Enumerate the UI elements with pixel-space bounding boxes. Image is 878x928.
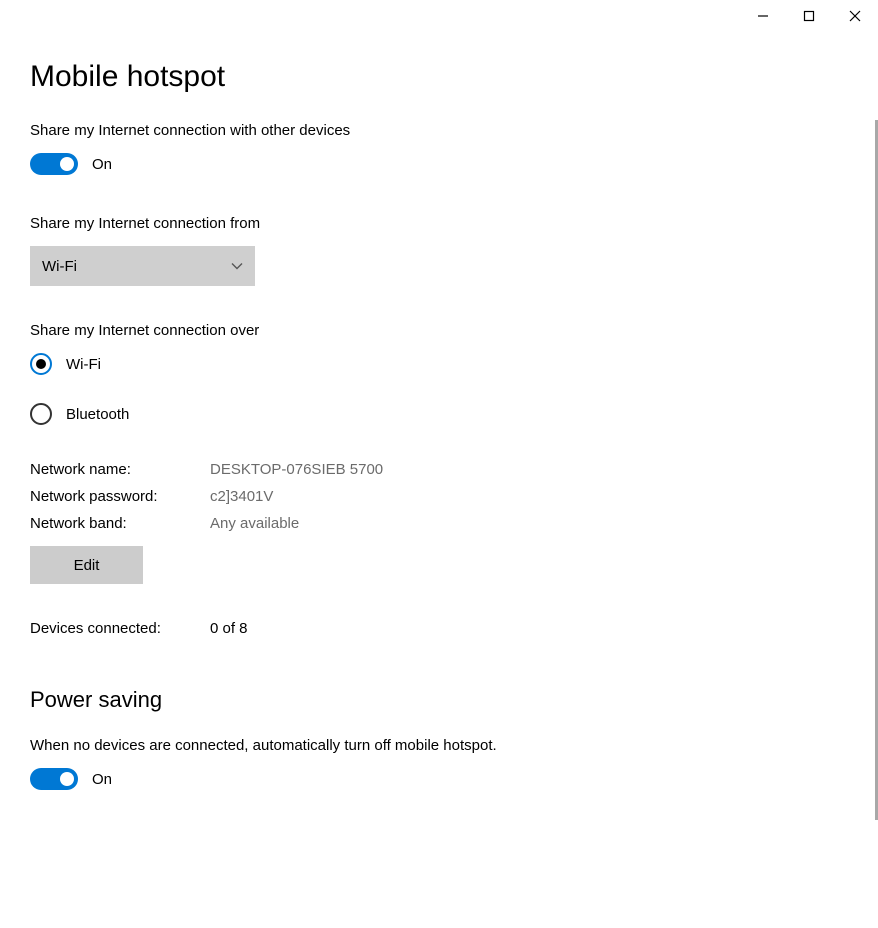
power-saving-title: Power saving	[30, 687, 848, 713]
share-over-label: Share my Internet connection over	[30, 322, 848, 339]
radio-bluetooth-label: Bluetooth	[66, 406, 129, 423]
share-from-selected: Wi-Fi	[42, 258, 77, 275]
share-from-label: Share my Internet connection from	[30, 215, 848, 232]
chevron-down-icon	[231, 262, 243, 270]
radio-bluetooth[interactable]: Bluetooth	[30, 403, 848, 425]
network-band-value: Any available	[210, 515, 299, 532]
edit-button[interactable]: Edit	[30, 546, 143, 584]
network-name-value: DESKTOP-076SIEB 5700	[210, 461, 383, 478]
network-band-label: Network band:	[30, 515, 210, 532]
power-saving-status: On	[92, 771, 112, 788]
page-title: Mobile hotspot	[30, 60, 848, 94]
share-connection-label: Share my Internet connection with other …	[30, 122, 848, 139]
share-over-radio-group: Wi-Fi Bluetooth	[30, 353, 848, 425]
power-saving-toggle[interactable]	[30, 768, 78, 790]
radio-button-icon	[30, 403, 52, 425]
share-connection-status: On	[92, 156, 112, 173]
settings-content: Mobile hotspot Share my Internet connect…	[0, 0, 878, 928]
radio-button-icon	[30, 353, 52, 375]
toggle-knob	[60, 157, 74, 171]
network-password-value: c2]3401V	[210, 488, 273, 505]
devices-connected-value: 0 of 8	[210, 620, 248, 637]
share-from-dropdown[interactable]: Wi-Fi	[30, 246, 255, 286]
network-name-label: Network name:	[30, 461, 210, 478]
power-saving-label: When no devices are connected, automatic…	[30, 737, 848, 754]
network-password-label: Network password:	[30, 488, 210, 505]
devices-connected-label: Devices connected:	[30, 620, 210, 637]
radio-wifi[interactable]: Wi-Fi	[30, 353, 848, 375]
share-connection-toggle[interactable]	[30, 153, 78, 175]
network-info: Network name: DESKTOP-076SIEB 5700 Netwo…	[30, 461, 848, 532]
toggle-knob	[60, 772, 74, 786]
radio-wifi-label: Wi-Fi	[66, 356, 101, 373]
